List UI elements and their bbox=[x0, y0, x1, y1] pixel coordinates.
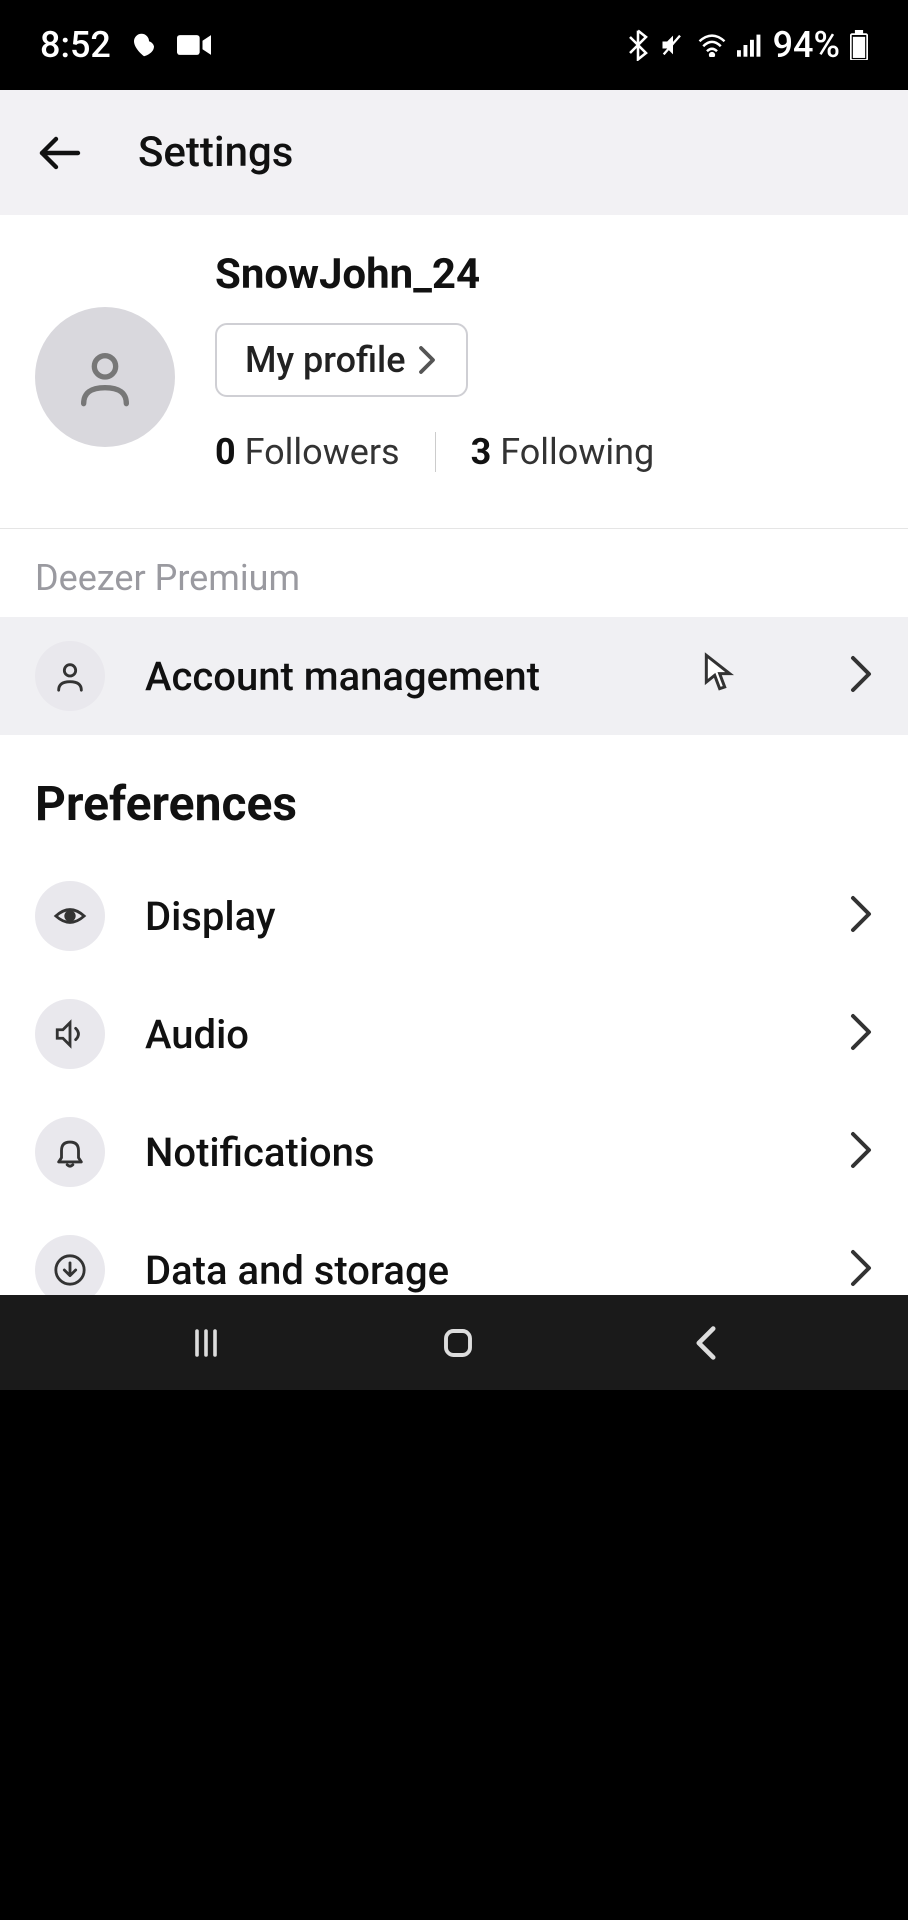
account-management-label: Account management bbox=[145, 653, 809, 700]
following-stat[interactable]: 3 Following bbox=[471, 431, 655, 473]
app-header: Settings bbox=[0, 90, 908, 215]
mute-icon bbox=[659, 31, 687, 59]
system-nav-bar bbox=[0, 1295, 908, 1390]
subscription-label: Deezer Premium bbox=[0, 529, 908, 617]
display-item[interactable]: Display bbox=[0, 857, 908, 975]
chevron-right-icon bbox=[849, 654, 873, 698]
back-button[interactable] bbox=[30, 123, 90, 183]
nav-back-button[interactable] bbox=[692, 1325, 720, 1361]
camera-icon bbox=[177, 32, 211, 58]
my-profile-label: My profile bbox=[245, 339, 406, 381]
profile-section: SnowJohn_24 My profile 0 Followers 3 Fol… bbox=[0, 215, 908, 529]
chevron-right-icon bbox=[849, 1248, 873, 1292]
status-bar: 8:52 94% bbox=[0, 0, 908, 90]
signal-icon bbox=[737, 33, 763, 57]
app-body: Settings SnowJohn_24 My profile 0 Follow… bbox=[0, 90, 908, 1295]
person-icon bbox=[35, 641, 105, 711]
my-profile-button[interactable]: My profile bbox=[215, 323, 468, 397]
data-storage-label: Data and storage bbox=[145, 1247, 809, 1294]
bluetooth-icon bbox=[627, 29, 649, 61]
notifications-item[interactable]: Notifications bbox=[0, 1093, 908, 1211]
account-management-item[interactable]: Account management bbox=[0, 617, 908, 735]
battery-icon bbox=[850, 30, 868, 60]
chevron-right-icon bbox=[849, 1012, 873, 1056]
battery-percent: 94% bbox=[773, 24, 840, 66]
preferences-heading: Preferences bbox=[0, 735, 908, 857]
data-storage-item[interactable]: Data and storage bbox=[0, 1211, 908, 1295]
audio-item[interactable]: Audio bbox=[0, 975, 908, 1093]
stat-divider bbox=[435, 432, 436, 472]
eye-icon bbox=[35, 881, 105, 951]
avatar[interactable] bbox=[35, 307, 175, 447]
page-title: Settings bbox=[138, 128, 293, 177]
notifications-label: Notifications bbox=[145, 1129, 809, 1176]
blackout-region bbox=[0, 1390, 908, 1920]
deezer-notif-icon bbox=[129, 30, 159, 60]
speaker-icon bbox=[35, 999, 105, 1069]
chevron-right-icon bbox=[849, 1130, 873, 1174]
bell-icon bbox=[35, 1117, 105, 1187]
recents-button[interactable] bbox=[188, 1325, 224, 1361]
home-button[interactable] bbox=[440, 1325, 476, 1361]
profile-stats: 0 Followers 3 Following bbox=[215, 431, 654, 473]
chevron-right-icon bbox=[849, 894, 873, 938]
download-icon bbox=[35, 1235, 105, 1295]
status-time: 8:52 bbox=[40, 24, 111, 66]
display-label: Display bbox=[145, 893, 809, 940]
username: SnowJohn_24 bbox=[215, 250, 654, 299]
followers-stat[interactable]: 0 Followers bbox=[215, 431, 400, 473]
audio-label: Audio bbox=[145, 1011, 809, 1058]
wifi-icon bbox=[697, 33, 727, 57]
